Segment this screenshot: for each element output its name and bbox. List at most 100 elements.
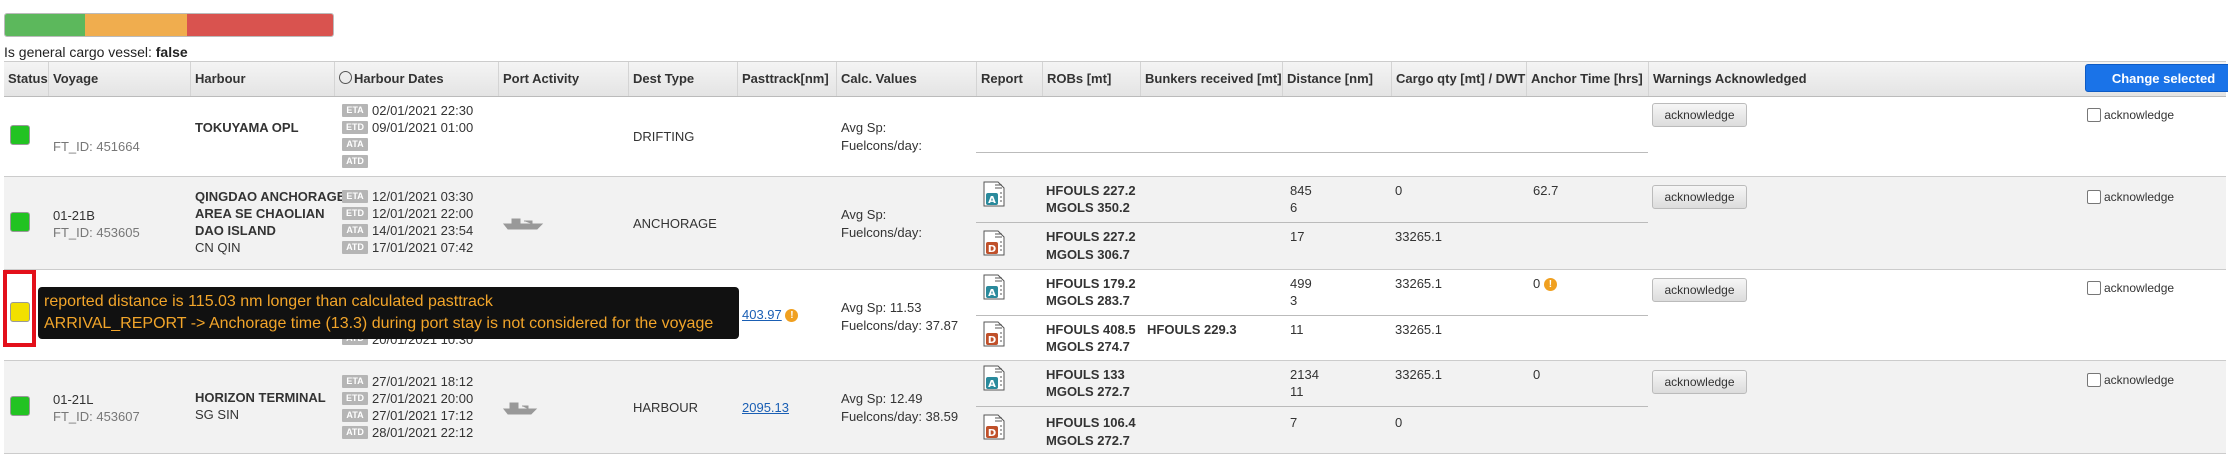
departure-report-icon[interactable]: D	[983, 414, 1005, 440]
acknowledge-checkbox[interactable]	[2087, 281, 2101, 295]
atd-date: 28/01/2021 22:12	[372, 425, 474, 440]
etd-label: ETD	[342, 392, 368, 405]
ship-icon	[502, 402, 538, 415]
status-light-green[interactable]	[10, 396, 30, 416]
acknowledge-button[interactable]: acknowledge	[1652, 185, 1747, 209]
header-bunkers[interactable]: Bunkers received [mt]	[1140, 62, 1282, 96]
acknowledge-button[interactable]: acknowledge	[1652, 103, 1747, 127]
rob-value: HFOULS 408.5	[1046, 322, 1136, 337]
acknowledge-button[interactable]: acknowledge	[1652, 370, 1747, 394]
harbour-code: SG SIN	[195, 407, 240, 422]
atd-date: 17/01/2021 07:42	[372, 240, 474, 255]
status-light-green[interactable]	[10, 212, 30, 232]
table-row: 01-21B FT_ID: 453605 QINGDAO ANCHORAGE A…	[4, 177, 2226, 270]
departure-report-icon[interactable]: D	[983, 321, 1005, 347]
ft-id: FT_ID: 453605	[53, 225, 140, 240]
rob-value: HFOULS 227.2	[1046, 183, 1136, 198]
acknowledge-button[interactable]: acknowledge	[1652, 278, 1747, 302]
header-report[interactable]: Report	[976, 62, 1023, 96]
header-voyage[interactable]: Voyage	[48, 62, 98, 96]
atd-label: ATD	[342, 241, 368, 254]
arrival-report-icon[interactable]: A	[983, 181, 1005, 207]
distance-value: 7	[1290, 415, 1298, 430]
warning-icon: !	[1543, 278, 1557, 292]
header-harbour-dates[interactable]: Harbour Dates	[334, 62, 444, 96]
distance-value: 2134	[1290, 367, 1319, 382]
cargo-qty-value: 33265.1	[1395, 229, 1442, 244]
eta-date: 27/01/2021 18:12	[372, 374, 474, 389]
header-dest-type[interactable]: Dest Type	[628, 62, 694, 96]
header-calc-values[interactable]: Calc. Values	[836, 62, 917, 96]
pasttrack-link[interactable]: 403.97	[742, 307, 782, 322]
table-row: 01-21L FT_ID: 453607 HORIZON TERMINAL SG…	[4, 361, 2226, 454]
departure-report-icon[interactable]: D	[983, 230, 1005, 256]
harbour-code: CN QIN	[195, 240, 241, 255]
fuel-consumption: Fuelcons/day: 38.59	[841, 409, 959, 424]
arrival-report-icon[interactable]: A	[983, 365, 1005, 391]
header-port-activity[interactable]: Port Activity	[498, 62, 579, 96]
harbour-name: AREA SE CHAOLIAN	[195, 206, 325, 221]
rob-value: HFOULS 179.2	[1046, 276, 1136, 291]
cargo-qty-value: 0	[1395, 183, 1403, 198]
progress-red-segment	[187, 14, 333, 36]
avg-speed: Avg Sp: 12.49	[841, 391, 923, 406]
change-selected-button[interactable]: Change selected	[2085, 64, 2228, 92]
header-cargo-qty[interactable]: Cargo qty [mt] / DWT	[1391, 62, 1525, 96]
table-row: FT_ID: 451664 TOKUYAMA OPL ETA 02/01/202…	[4, 95, 2226, 177]
distance-value: 499	[1290, 276, 1312, 291]
header-harbour[interactable]: Harbour	[190, 62, 246, 96]
table-header: Status Voyage Harbour Harbour Dates Port…	[4, 61, 2226, 97]
avg-speed: Avg Sp: 11.53	[841, 300, 922, 315]
cargo-qty-value: 33265.1	[1395, 367, 1442, 382]
etd-label: ETD	[342, 207, 368, 220]
bunkers-value: HFOULS 229.3	[1147, 322, 1237, 337]
header-robs[interactable]: ROBs [mt]	[1042, 62, 1111, 96]
eta-label: ETA	[342, 104, 368, 117]
departure-report-icon-letter: D	[988, 244, 996, 255]
ata-label: ATA	[342, 409, 368, 422]
departure-report-icon-letter: D	[988, 428, 996, 439]
header-warnings[interactable]: Warnings Acknowledged	[1648, 62, 1807, 96]
status-light-green[interactable]	[10, 125, 30, 145]
ship-icon	[502, 218, 544, 230]
etd-label: ETD	[342, 121, 368, 134]
general-cargo-label: Is general cargo vessel:	[4, 44, 152, 60]
status-tooltip: reported distance is 115.03 nm longer th…	[38, 287, 739, 339]
acknowledge-checkbox-label: acknowledge	[2104, 190, 2175, 204]
distance-value: 11	[1290, 384, 1304, 399]
acknowledge-checkbox-label: acknowledge	[2104, 108, 2175, 122]
cargo-qty-value: 33265.1	[1395, 322, 1442, 337]
report-divider	[976, 406, 1648, 407]
distance-value: 17	[1290, 229, 1305, 244]
anchor-time-value: 0 !	[1533, 276, 1557, 292]
pasttrack-value[interactable]: 2095.13	[742, 400, 789, 415]
arrival-report-icon-letter: A	[988, 379, 996, 390]
acknowledge-checkbox[interactable]	[2087, 190, 2101, 204]
rob-value: MGOLS 283.7	[1046, 293, 1130, 308]
arrival-report-icon[interactable]: A	[983, 274, 1005, 300]
header-status[interactable]: Status	[4, 62, 48, 96]
distance-value: 6	[1290, 200, 1298, 215]
acknowledge-checkbox[interactable]	[2087, 108, 2101, 122]
distance-value: 11	[1290, 322, 1304, 337]
pasttrack-link[interactable]: 2095.13	[742, 400, 789, 415]
avg-speed: Avg Sp:	[841, 120, 887, 135]
header-anchor-time[interactable]: Anchor Time [hrs]	[1526, 62, 1643, 96]
atd-label: ATD	[342, 426, 368, 439]
tooltip-line-2: ARRIVAL_REPORT -> Anchorage time (13.3) …	[44, 315, 714, 332]
header-distance[interactable]: Distance [nm]	[1282, 62, 1373, 96]
voyage-number: 01-21B	[53, 208, 95, 223]
ft-id: FT_ID: 453607	[53, 409, 140, 424]
rob-value: MGOLS 274.7	[1046, 339, 1130, 354]
etd-date: 09/01/2021 01:00	[372, 120, 474, 135]
fuel-consumption: Fuelcons/day: 37.87	[841, 318, 959, 333]
eta-label: ETA	[342, 190, 368, 203]
acknowledge-checkbox[interactable]	[2087, 373, 2101, 387]
pasttrack-value[interactable]: 403.97 !	[742, 307, 799, 323]
anchor-time-value: 62.7	[1533, 183, 1559, 198]
acknowledge-checkbox-label: acknowledge	[2104, 373, 2175, 387]
cargo-qty-value: 33265.1	[1395, 276, 1442, 291]
rob-value: HFOULS 227.2	[1046, 229, 1136, 244]
clock-icon	[339, 71, 352, 84]
header-pasttrack[interactable]: Pasttrack[nm]	[737, 62, 829, 96]
